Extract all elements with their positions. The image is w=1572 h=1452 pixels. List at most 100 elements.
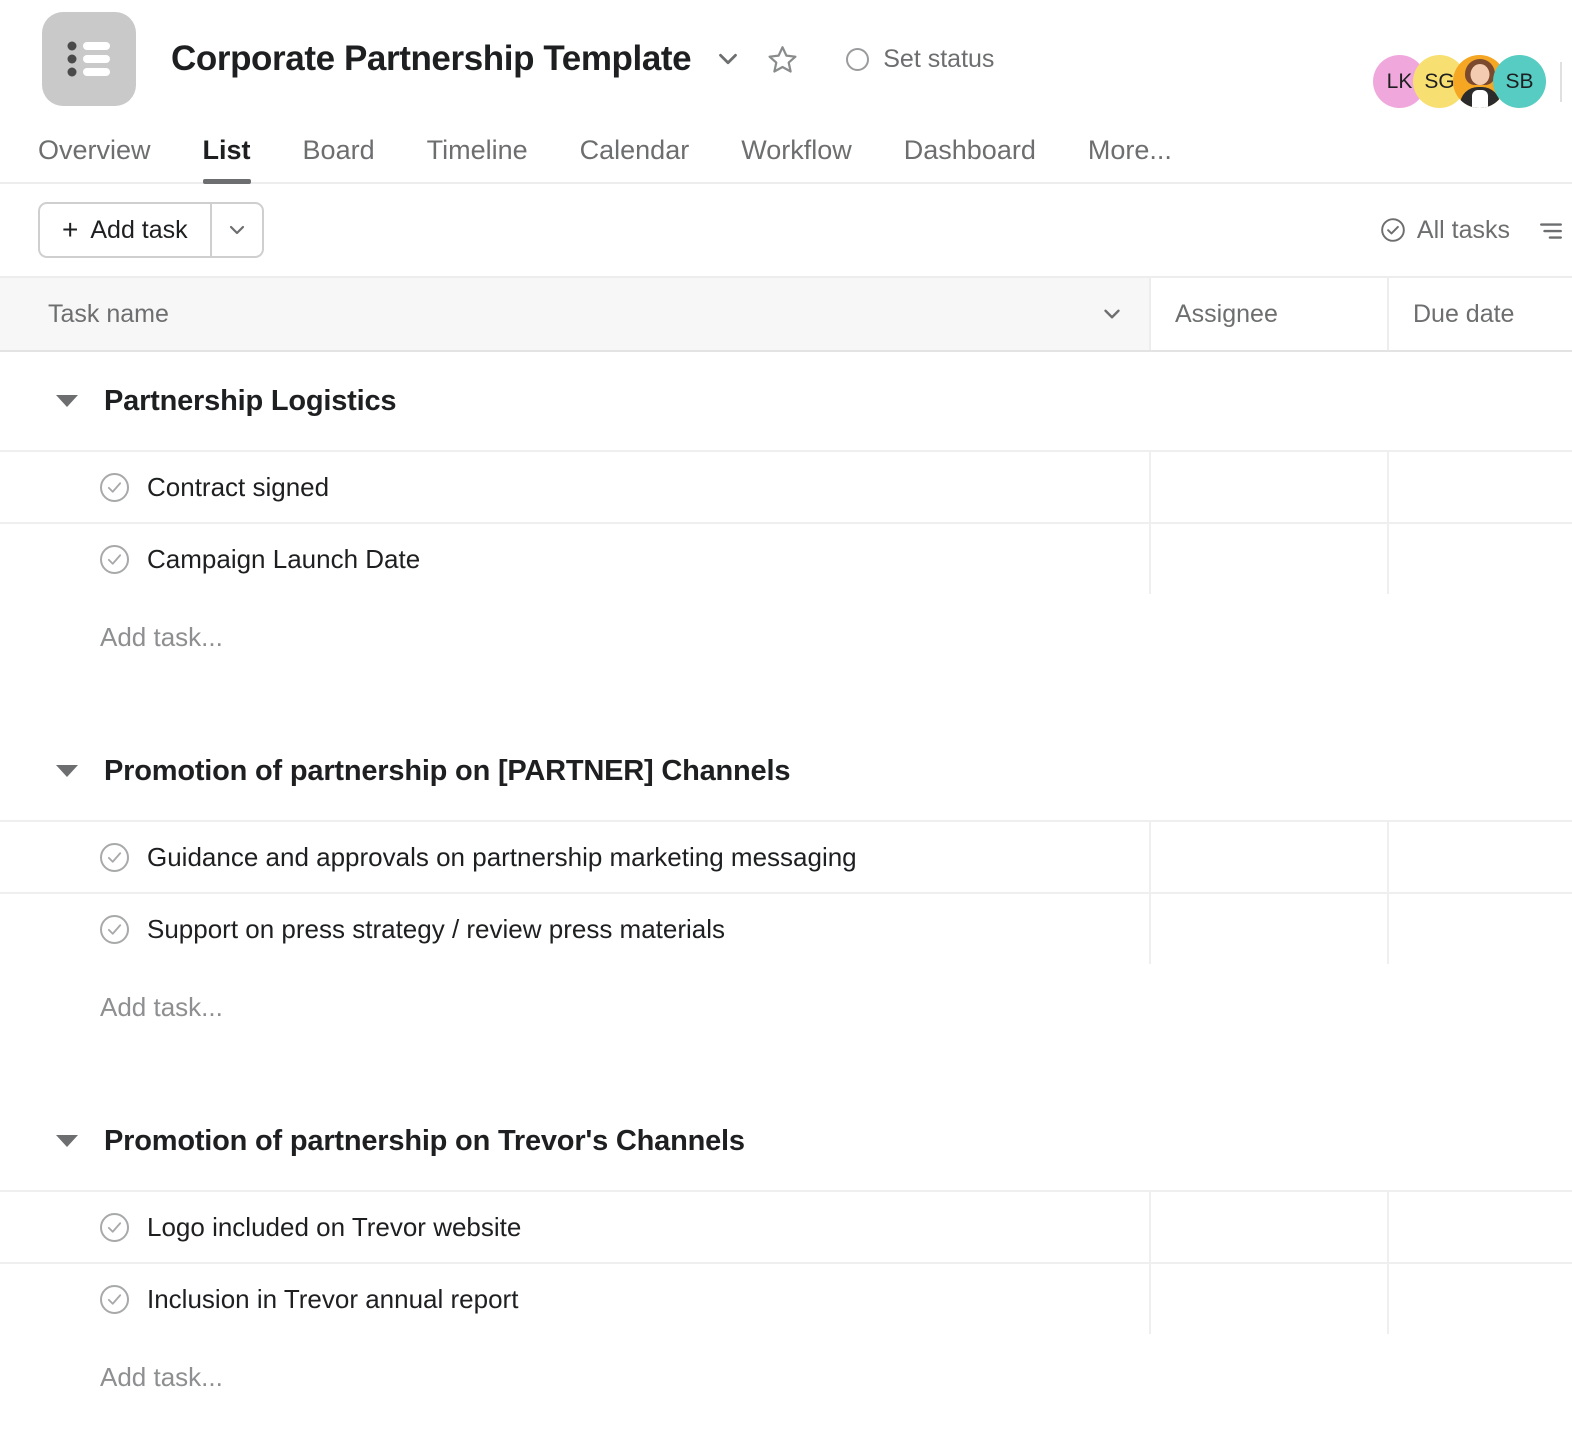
cell-assignee[interactable] — [1151, 452, 1389, 522]
cell-assignee[interactable] — [1151, 1264, 1389, 1334]
table-row[interactable]: Campaign Launch Date — [0, 522, 1572, 594]
task-name-label: Inclusion in Trevor annual report — [147, 1283, 519, 1314]
page-title: Corporate Partnership Template — [171, 39, 692, 78]
table-row[interactable]: Inclusion in Trevor annual report — [0, 1262, 1572, 1334]
cell-task-name[interactable]: Contract signed — [0, 452, 1151, 522]
complete-check-icon[interactable] — [100, 914, 129, 944]
column-header-due-date-label: Due date — [1413, 299, 1515, 328]
section-title: Promotion of partnership on [PARTNER] Ch… — [104, 754, 791, 787]
add-task-group: + Add task — [38, 202, 264, 258]
column-header-due-date[interactable]: Due date — [1389, 278, 1572, 350]
task-name-label: Support on press strategy / review press… — [147, 913, 726, 944]
chevron-down-icon[interactable] — [1099, 301, 1125, 327]
complete-check-icon[interactable] — [100, 1212, 129, 1242]
cell-task-name[interactable]: Logo included on Trevor website — [0, 1192, 1151, 1262]
table-row[interactable]: Logo included on Trevor website — [0, 1190, 1572, 1262]
all-tasks-label: All tasks — [1416, 215, 1510, 244]
chevron-down-icon[interactable] — [713, 44, 743, 74]
add-task-button[interactable]: + Add task — [40, 204, 210, 256]
cell-assignee[interactable] — [1151, 524, 1389, 594]
add-task-inline[interactable]: Add task... — [0, 594, 1572, 680]
complete-check-icon[interactable] — [100, 544, 129, 574]
section-title: Partnership Logistics — [104, 384, 397, 417]
tab-dashboard[interactable]: Dashboard — [878, 135, 1062, 182]
column-header-assignee[interactable]: Assignee — [1151, 278, 1389, 350]
task-name-label: Guidance and approvals on partnership ma… — [147, 841, 857, 872]
column-header-task-name[interactable]: Task name — [0, 278, 1151, 350]
table-row[interactable]: Support on press strategy / review press… — [0, 892, 1572, 964]
cell-due-date[interactable] — [1389, 894, 1572, 964]
tab-more[interactable]: More... — [1062, 135, 1198, 182]
tab-list[interactable]: List — [177, 135, 277, 184]
collapse-caret-icon[interactable] — [56, 395, 78, 407]
avatar-initials: LK — [1386, 69, 1413, 93]
list-glyph-icon — [67, 41, 110, 77]
column-header-task-name-label: Task name — [48, 299, 169, 328]
add-task-dropdown-button[interactable] — [209, 204, 262, 256]
add-task-inline[interactable]: Add task... — [0, 964, 1572, 1050]
list-project-icon[interactable] — [42, 12, 136, 106]
top-bar: Corporate Partnership Template Set statu… — [0, 0, 1572, 118]
star-icon[interactable] — [767, 44, 798, 75]
cell-assignee[interactable] — [1151, 894, 1389, 964]
all-tasks-filter-button[interactable]: All tasks — [1380, 216, 1510, 245]
complete-check-icon[interactable] — [100, 472, 129, 502]
view-tabs: Overview List Board Timeline Calendar Wo… — [0, 118, 1572, 184]
tab-board[interactable]: Board — [277, 135, 401, 182]
task-section: Partnership Logistics Contract signed Ca… — [0, 352, 1572, 680]
set-status-label: Set status — [883, 44, 995, 73]
cell-assignee[interactable] — [1151, 1192, 1389, 1262]
cell-task-name[interactable]: Campaign Launch Date — [0, 524, 1151, 594]
member-avatars: LK SG SB — [1373, 55, 1562, 108]
table-header-row: Task name Assignee Due date — [0, 276, 1572, 352]
cell-due-date[interactable] — [1389, 1264, 1572, 1334]
table-row[interactable]: Guidance and approvals on partnership ma… — [0, 820, 1572, 892]
cell-due-date[interactable] — [1389, 524, 1572, 594]
task-section: Promotion of partnership on Trevor's Cha… — [0, 1092, 1572, 1420]
tab-calendar[interactable]: Calendar — [554, 135, 716, 182]
section-header[interactable]: Promotion of partnership on [PARTNER] Ch… — [0, 722, 1572, 820]
tab-timeline[interactable]: Timeline — [401, 135, 554, 182]
chevron-down-icon — [229, 225, 244, 235]
cell-task-name[interactable]: Support on press strategy / review press… — [0, 894, 1151, 964]
tab-workflow[interactable]: Workflow — [715, 135, 878, 182]
set-status-button[interactable]: Set status — [846, 45, 994, 74]
task-name-label: Campaign Launch Date — [147, 543, 421, 574]
section-title: Promotion of partnership on Trevor's Cha… — [104, 1124, 745, 1157]
cell-assignee[interactable] — [1151, 822, 1389, 892]
toolbar-divider — [1560, 61, 1562, 102]
table-row[interactable]: Contract signed — [0, 450, 1572, 522]
column-header-assignee-label: Assignee — [1175, 299, 1278, 328]
section-header[interactable]: Promotion of partnership on Trevor's Cha… — [0, 1092, 1572, 1190]
tab-overview[interactable]: Overview — [38, 135, 177, 182]
cell-task-name[interactable]: Inclusion in Trevor annual report — [0, 1264, 1151, 1334]
status-circle-icon — [846, 47, 870, 71]
avatar-initials: SB — [1505, 69, 1534, 93]
cell-due-date[interactable] — [1389, 822, 1572, 892]
action-bar: + Add task All tasks — [0, 184, 1572, 276]
avatar-photo-shirt — [1471, 90, 1488, 108]
collapse-caret-icon[interactable] — [56, 1135, 78, 1147]
action-bar-right: All tasks — [1380, 184, 1572, 276]
collapse-caret-icon[interactable] — [56, 765, 78, 777]
add-task-label: Add task — [90, 215, 188, 244]
cell-due-date[interactable] — [1389, 452, 1572, 522]
task-name-label: Contract signed — [147, 471, 330, 502]
complete-check-icon[interactable] — [100, 1284, 129, 1314]
complete-check-icon[interactable] — [100, 842, 129, 872]
add-task-inline[interactable]: Add task... — [0, 1334, 1572, 1420]
avatar-initials: SG — [1424, 69, 1455, 93]
task-section: Promotion of partnership on [PARTNER] Ch… — [0, 722, 1572, 1050]
task-name-label: Logo included on Trevor website — [147, 1211, 522, 1242]
filter-icon[interactable] — [1538, 217, 1564, 243]
section-header[interactable]: Partnership Logistics — [0, 352, 1572, 450]
avatar-photo-face — [1470, 64, 1489, 85]
check-circle-icon — [1381, 218, 1405, 242]
avatar[interactable]: SB — [1493, 55, 1546, 108]
cell-due-date[interactable] — [1389, 1192, 1572, 1262]
plus-icon: + — [62, 214, 79, 245]
cell-task-name[interactable]: Guidance and approvals on partnership ma… — [0, 822, 1151, 892]
